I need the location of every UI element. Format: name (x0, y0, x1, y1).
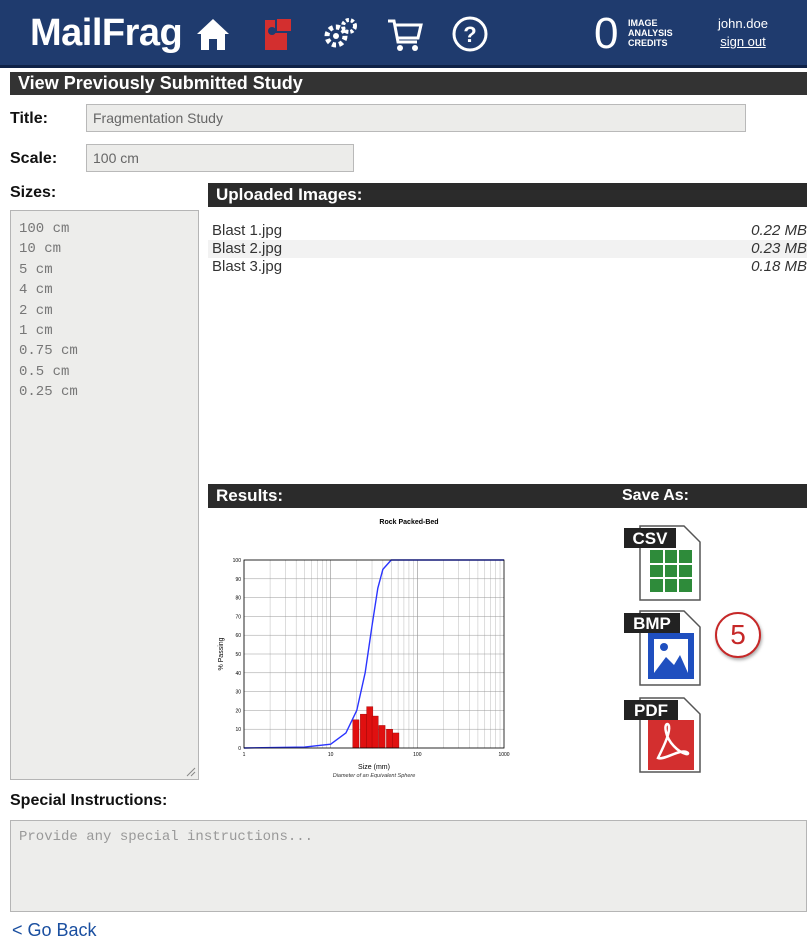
step-badge: 5 (715, 612, 761, 658)
chart-y-tick-label: 10 (235, 727, 241, 733)
chart-bar (392, 732, 400, 749)
file-row[interactable]: Blast 3.jpg 0.18 MB (208, 258, 807, 276)
file-row[interactable]: Blast 2.jpg 0.23 MB (208, 240, 807, 258)
bmp-download-icon[interactable]: BMP (622, 605, 702, 691)
chart-y-tick-label: 60 (235, 633, 241, 639)
file-name[interactable]: Blast 2.jpg (212, 240, 282, 258)
scale-field[interactable]: 100 cm (86, 144, 354, 172)
chart-y-tick-label: 50 (235, 652, 241, 658)
file-name[interactable]: Blast 3.jpg (212, 258, 282, 276)
file-size: 0.22 MB (751, 222, 807, 239)
sizes-textarea[interactable]: 100 cm 10 cm 5 cm 4 cm 2 cm 1 cm 0.75 cm… (10, 210, 199, 780)
signout-link[interactable]: sign out (708, 34, 778, 49)
size-item: 1 cm (19, 323, 53, 340)
size-item: 0.25 cm (19, 384, 78, 401)
scale-label: Scale: (10, 150, 58, 167)
special-instructions-label: Special Instructions: (10, 792, 168, 809)
section-title: View Previously Submitted Study (10, 72, 807, 95)
chart-x-sublabel: Diameter of an Equivalent Sphere (333, 773, 416, 779)
chart-x-tick-label: 1 (243, 752, 246, 758)
chart-x-tick-label: 100 (413, 752, 422, 758)
app-logo[interactable]: MailFrag (30, 12, 183, 55)
go-back-link[interactable]: < Go Back (12, 920, 97, 941)
chart-y-tick-label: 90 (235, 577, 241, 583)
chart-y-tick-label: 70 (235, 614, 241, 620)
chart-y-tick-label: 80 (235, 596, 241, 602)
title-label: Title: (10, 110, 48, 127)
pdf-label: PDF (634, 701, 668, 720)
help-icon[interactable]: ? (450, 14, 490, 54)
sizes-label: Sizes: (10, 184, 57, 201)
size-item: 10 cm (19, 241, 62, 258)
chart-title: Rock Packed-Bed (379, 519, 438, 526)
csv-download-icon[interactable]: CSV (622, 520, 702, 606)
size-item: 0.75 cm (19, 343, 78, 360)
chart-bar (360, 713, 367, 749)
new-study-icon[interactable] (258, 14, 298, 54)
file-name[interactable]: Blast 1.jpg (212, 222, 282, 240)
uploaded-images-heading: Uploaded Images: (208, 183, 807, 207)
size-item: 0.5 cm (19, 363, 70, 380)
chart-bar (386, 728, 393, 749)
pdf-download-icon[interactable]: PDF (622, 692, 702, 778)
results-heading: Results: (208, 484, 807, 508)
bmp-label: BMP (633, 614, 671, 633)
title-field[interactable]: Fragmentation Study (86, 104, 746, 132)
chart-x-tick-label: 10 (328, 752, 334, 758)
chart-bar (378, 725, 386, 749)
chart-x-tick-label: 1000 (498, 752, 509, 758)
chart-bar (371, 715, 379, 749)
size-item: 100 cm (19, 221, 70, 237)
chart-y-tick-label: 20 (235, 708, 241, 714)
resize-grip-icon[interactable] (186, 767, 196, 777)
file-row[interactable]: Blast 1.jpg 0.22 MB (208, 222, 807, 240)
size-item: 2 cm (19, 302, 53, 319)
csv-label: CSV (633, 529, 669, 548)
chart-bar (352, 719, 360, 749)
special-instructions-textarea[interactable]: Provide any special instructions... (10, 820, 807, 912)
size-item: 5 cm (19, 261, 53, 278)
home-icon[interactable] (193, 14, 233, 54)
settings-icon[interactable] (321, 14, 361, 54)
chart-y-tick-label: 30 (235, 690, 241, 696)
cart-icon[interactable] (385, 14, 425, 54)
credits-count: 0 (594, 9, 619, 58)
save-as-label: Save As: (622, 487, 689, 504)
credits-label: IMAGE ANALYSIS CREDITS (628, 18, 673, 48)
chart-y-label: % Passing (218, 637, 225, 670)
size-item: 4 cm (19, 282, 53, 299)
file-size: 0.23 MB (751, 240, 807, 257)
chart-y-tick-label: 100 (233, 558, 242, 564)
chart-y-tick-label: 0 (238, 746, 241, 752)
file-size: 0.18 MB (751, 258, 807, 275)
results-chart[interactable]: Rock Packed-Bed 0 10 20 30 40 50 60 70 80 90 100 1… (214, 512, 604, 787)
chart-y-tick-label: 40 (235, 671, 241, 677)
username: john.doe (718, 16, 768, 31)
svg-text:?: ? (463, 22, 476, 47)
chart-x-label: Size (mm) (358, 764, 390, 771)
